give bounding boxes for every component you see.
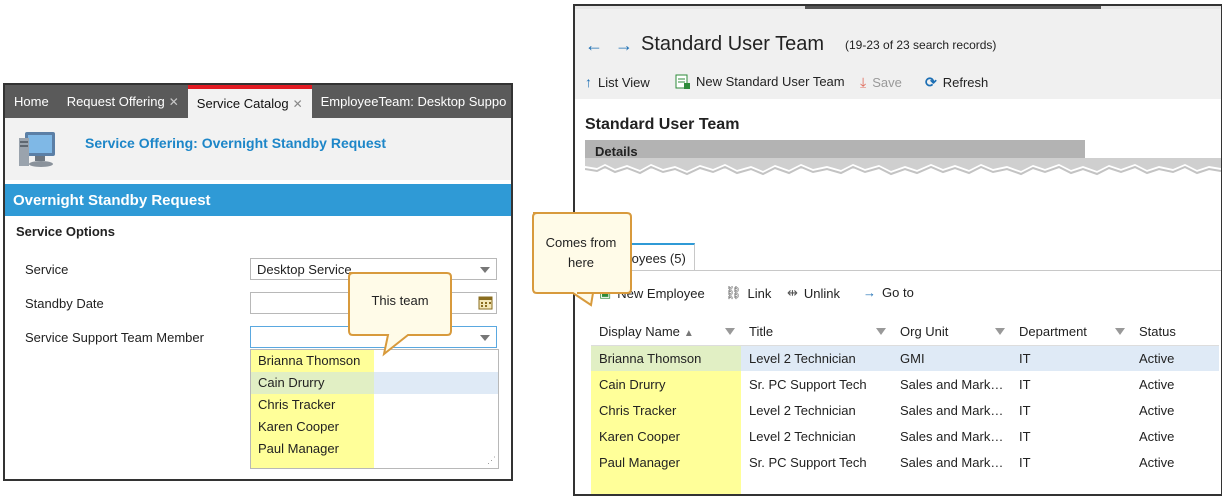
cell-department: IT [1019, 402, 1031, 418]
tab-label: Request Offering [66, 94, 165, 109]
resize-handle-icon[interactable]: ⋰ [487, 455, 496, 466]
dropdown-option[interactable]: Karen Cooper [251, 416, 374, 438]
unlink-icon: ⇹ [787, 285, 798, 300]
unlink-button[interactable]: ⇹ Unlink [787, 285, 840, 301]
tab-bar: Home Request Offering ✕ Service Catalog ✕ … [5, 85, 511, 118]
cell-title: Level 2 Technician [749, 428, 856, 444]
table-header-row: Display Name ▲ Title Org Unit Department … [591, 319, 1219, 346]
arrow-right-icon: → [863, 285, 876, 300]
column-header[interactable]: Title [741, 319, 892, 346]
service-options-heading: Service Options [16, 224, 115, 239]
filter-icon[interactable] [725, 328, 735, 335]
filter-icon[interactable] [995, 328, 1005, 335]
offering-header: Service Offering: Overnight Standby Requ… [5, 118, 511, 180]
column-header[interactable]: Department [1011, 319, 1131, 346]
offering-title: Service Offering: Overnight Standby Requ… [85, 135, 387, 151]
cell-display-name[interactable]: Paul Manager [591, 449, 741, 475]
cell-department: IT [1019, 454, 1031, 470]
table-row[interactable]: Cain Drurry Sr. PC Support Tech Sales an… [591, 371, 1219, 397]
new-team-button[interactable]: New Standard User Team [675, 74, 845, 89]
column-header[interactable]: Display Name ▲ [591, 319, 741, 346]
sort-ascending-icon: ▲ [683, 328, 694, 340]
standby-date-label: Standby Date [25, 296, 104, 311]
service-value: Desktop Service [257, 262, 352, 277]
section-title: Standard User Team [585, 116, 740, 133]
link-icon: ⛓ [725, 285, 742, 300]
tab-home[interactable]: Home [5, 85, 58, 118]
tab-label: Home [14, 94, 49, 109]
cell-org-unit: GMI [892, 345, 1011, 371]
cell-title: Level 2 Technician [749, 402, 856, 418]
download-icon: ⤓ [860, 74, 867, 90]
close-icon[interactable]: ✕ [169, 95, 179, 109]
cell-status: Active [1139, 376, 1175, 392]
forward-arrow-icon[interactable]: → [615, 35, 633, 56]
dropdown-option[interactable]: Cain Drurry [251, 372, 498, 394]
tab-divider [591, 270, 1221, 271]
filter-icon[interactable] [1115, 328, 1125, 335]
table-row[interactable]: Paul Manager Sr. PC Support Tech Sales a… [591, 449, 1219, 475]
tab-request-offering[interactable]: Request Offering ✕ [58, 85, 188, 118]
cell-status: Active [1131, 345, 1219, 371]
record-count: (19-23 of 23 search records) [845, 38, 997, 52]
cell-display-name[interactable]: Karen Cooper [591, 423, 741, 449]
list-view-button[interactable]: ↑ List View [585, 74, 650, 90]
dropdown-option[interactable]: Chris Tracker [251, 394, 374, 416]
employees-table: Display Name ▲ Title Org Unit Department … [591, 319, 1219, 494]
cell-title: Sr. PC Support Tech [749, 376, 867, 392]
torn-edge [585, 158, 1221, 176]
dropdown-option[interactable]: Paul Manager [251, 438, 374, 460]
cell-title: Level 2 Technician [741, 345, 892, 371]
filter-icon[interactable] [876, 328, 886, 335]
tab-employee-team[interactable]: EmployeeTeam: Desktop Suppo [312, 85, 511, 118]
form-title: Overnight Standby Request [5, 184, 511, 216]
record-title: Standard User Team [641, 33, 825, 55]
cell-display-name[interactable]: Chris Tracker [591, 397, 741, 423]
close-icon[interactable]: ✕ [293, 97, 303, 111]
cell-org-unit: Sales and Mark… [900, 376, 1004, 392]
back-arrow-icon[interactable]: ← [585, 35, 603, 56]
team-member-dropdown: Brianna Thomson Cain Drurry Chris Tracke… [250, 349, 499, 469]
cell-status: Active [1139, 454, 1175, 470]
cell-status: Active [1139, 402, 1175, 418]
arrow-up-icon: ↑ [585, 74, 592, 90]
standard-user-team-window: ← → Standard User Team (19-23 of 23 sear… [573, 4, 1222, 496]
cell-org-unit: Sales and Mark… [900, 402, 1004, 418]
table-row[interactable]: Brianna Thomson Level 2 Technician GMI I… [591, 345, 1219, 371]
table-row-filler [591, 475, 1219, 494]
save-button[interactable]: ⤓ Save [860, 74, 902, 91]
team-member-label: Service Support Team Member [25, 330, 204, 345]
record-header: ← → Standard User Team (19-23 of 23 sear… [575, 9, 1221, 99]
chevron-down-icon [480, 267, 490, 273]
cell-department: IT [1019, 376, 1031, 392]
column-header[interactable]: Org Unit [892, 319, 1011, 346]
callout-comes-from-here: Comes from here [545, 235, 617, 270]
callout-this-team: This team [371, 293, 429, 308]
new-record-icon [675, 74, 690, 89]
cell-department: IT [1011, 345, 1131, 371]
computer-icon [19, 132, 55, 167]
column-header[interactable]: Status [1131, 319, 1219, 346]
tab-label: EmployeeTeam: Desktop Suppo [320, 94, 507, 109]
cell-title: Sr. PC Support Tech [749, 454, 867, 470]
go-to-button[interactable]: → Go to [863, 285, 914, 300]
tab-label: Service Catalog [196, 96, 289, 111]
cell-display-name[interactable]: Brianna Thomson [591, 345, 741, 371]
callout-this-team-shape [348, 272, 452, 357]
refresh-icon: ⟳ [925, 74, 937, 90]
calendar-icon[interactable] [478, 295, 493, 310]
tab-service-catalog[interactable]: Service Catalog ✕ [187, 85, 312, 118]
service-label: Service [25, 262, 69, 277]
cell-display-name[interactable]: Cain Drurry [591, 371, 741, 397]
refresh-button[interactable]: ⟳ Refresh [925, 74, 988, 91]
link-button[interactable]: ⛓ Link [725, 285, 771, 301]
cell-department: IT [1019, 428, 1031, 444]
highlight-fill [251, 460, 374, 468]
cell-org-unit: Sales and Mark… [900, 428, 1004, 444]
table-row[interactable]: Karen Cooper Level 2 Technician Sales an… [591, 423, 1219, 449]
table-row[interactable]: Chris Tracker Level 2 Technician Sales a… [591, 397, 1219, 423]
cell-status: Active [1139, 428, 1175, 444]
cell-org-unit: Sales and Mark… [900, 454, 1004, 470]
chevron-down-icon [480, 335, 490, 341]
